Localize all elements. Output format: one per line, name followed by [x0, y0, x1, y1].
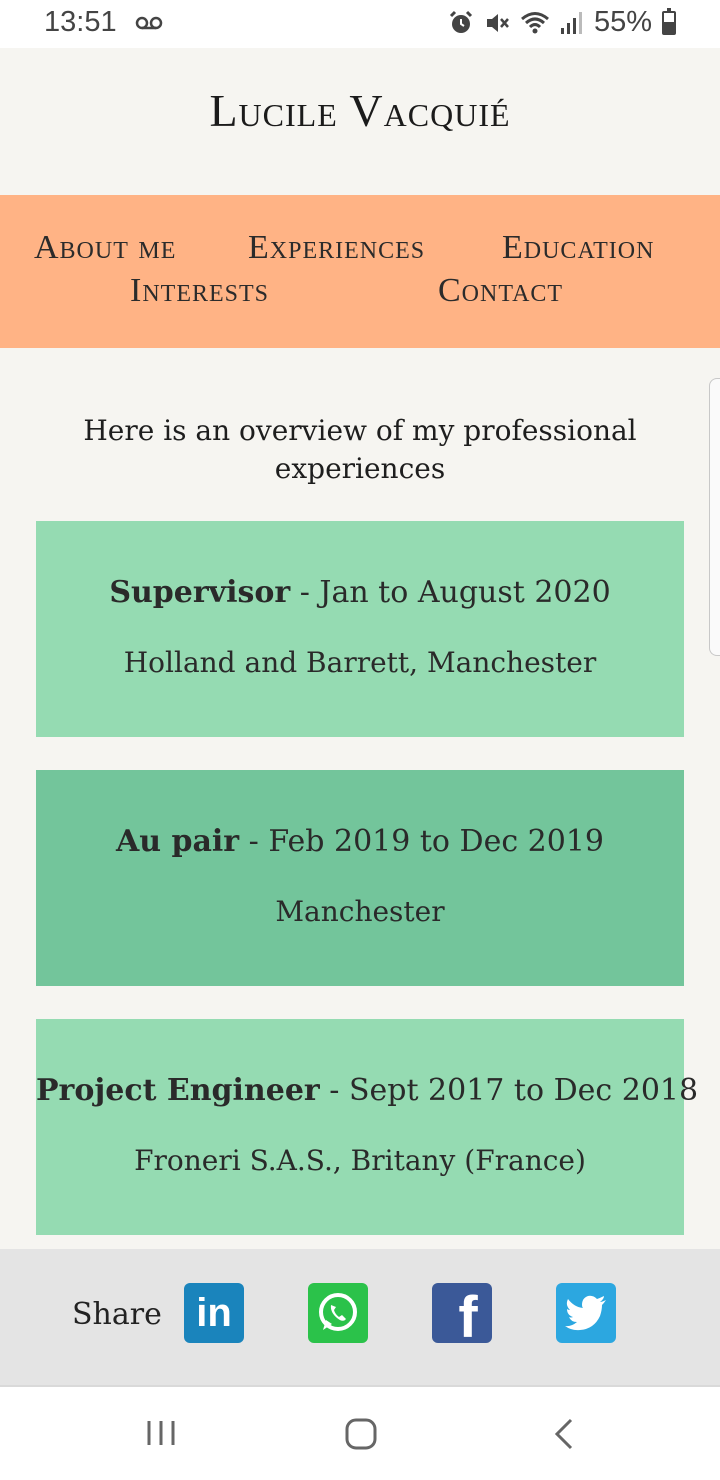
facebook-icon: f	[458, 1285, 478, 1343]
nav-item-interests[interactable]: Interests	[130, 272, 269, 310]
share-label: Share	[72, 1297, 162, 1332]
twitter-icon	[565, 1295, 606, 1331]
share-bar: Share in f	[0, 1249, 720, 1385]
facebook-share-button[interactable]: f	[432, 1283, 492, 1343]
experience-place: Froneri S.A.S., Britany (France)	[134, 1144, 586, 1177]
status-bar: 13:51 55%	[0, 0, 720, 48]
experience-period: - Jan to August 2020	[290, 575, 611, 610]
twitter-share-button[interactable]	[556, 1283, 616, 1343]
status-left: 13:51	[44, 6, 163, 39]
experience-role: Supervisor	[109, 575, 291, 610]
signal-icon	[560, 11, 582, 34]
experience-card-au-pair: Au pair - Feb 2019 to Dec 2019 Mancheste…	[36, 770, 684, 986]
voicemail-icon	[135, 16, 162, 29]
linkedin-share-button[interactable]: in	[184, 1283, 244, 1343]
whatsapp-icon	[319, 1293, 357, 1331]
system-nav-bar	[0, 1385, 720, 1480]
experience-role: Project Engineer	[36, 1073, 320, 1108]
battery-percent: 55%	[593, 6, 652, 38]
home-icon[interactable]	[344, 1417, 378, 1451]
main-nav: About me Experiences Education Interests…	[0, 195, 720, 348]
experience-place: Manchester	[275, 895, 445, 928]
wifi-icon	[520, 11, 549, 33]
status-right: 55%	[448, 6, 676, 39]
section-heading: Here is an overview of my professional e…	[83, 414, 637, 485]
nav-item-about-me[interactable]: About me	[34, 229, 176, 267]
experience-role: Au pair	[115, 824, 240, 859]
site-title: Lucile Vacquié	[209, 85, 511, 136]
experience-period: - Feb 2019 to Dec 2019	[239, 824, 605, 859]
experience-title-line: Supervisor - Jan to August 2020	[36, 575, 684, 610]
experience-place: Holland and Barrett, Manchester	[123, 646, 597, 679]
experience-card-supervisor: Supervisor - Jan to August 2020 Holland …	[36, 521, 684, 737]
status-time: 13:51	[44, 6, 117, 38]
battery-icon	[662, 7, 676, 35]
scrollbar[interactable]	[709, 378, 720, 656]
recent-apps-icon[interactable]	[146, 1417, 176, 1449]
nav-item-education[interactable]: Education	[502, 229, 654, 267]
alarm-icon	[449, 10, 473, 33]
linkedin-icon: in	[196, 1290, 232, 1335]
back-icon[interactable]	[552, 1417, 576, 1451]
experience-period: - Sept 2017 to Dec 2018	[319, 1073, 699, 1108]
nav-item-contact[interactable]: Contact	[438, 272, 563, 310]
whatsapp-share-button[interactable]	[308, 1283, 368, 1343]
experience-title-line: Au pair - Feb 2019 to Dec 2019	[36, 824, 684, 859]
mute-icon	[486, 13, 509, 32]
experience-card-project-engineer: Project Engineer - Sept 2017 to Dec 2018…	[36, 1019, 698, 1235]
nav-item-experiences[interactable]: Experiences	[248, 229, 425, 267]
experience-title-line: Project Engineer - Sept 2017 to Dec 2018	[36, 1073, 698, 1108]
